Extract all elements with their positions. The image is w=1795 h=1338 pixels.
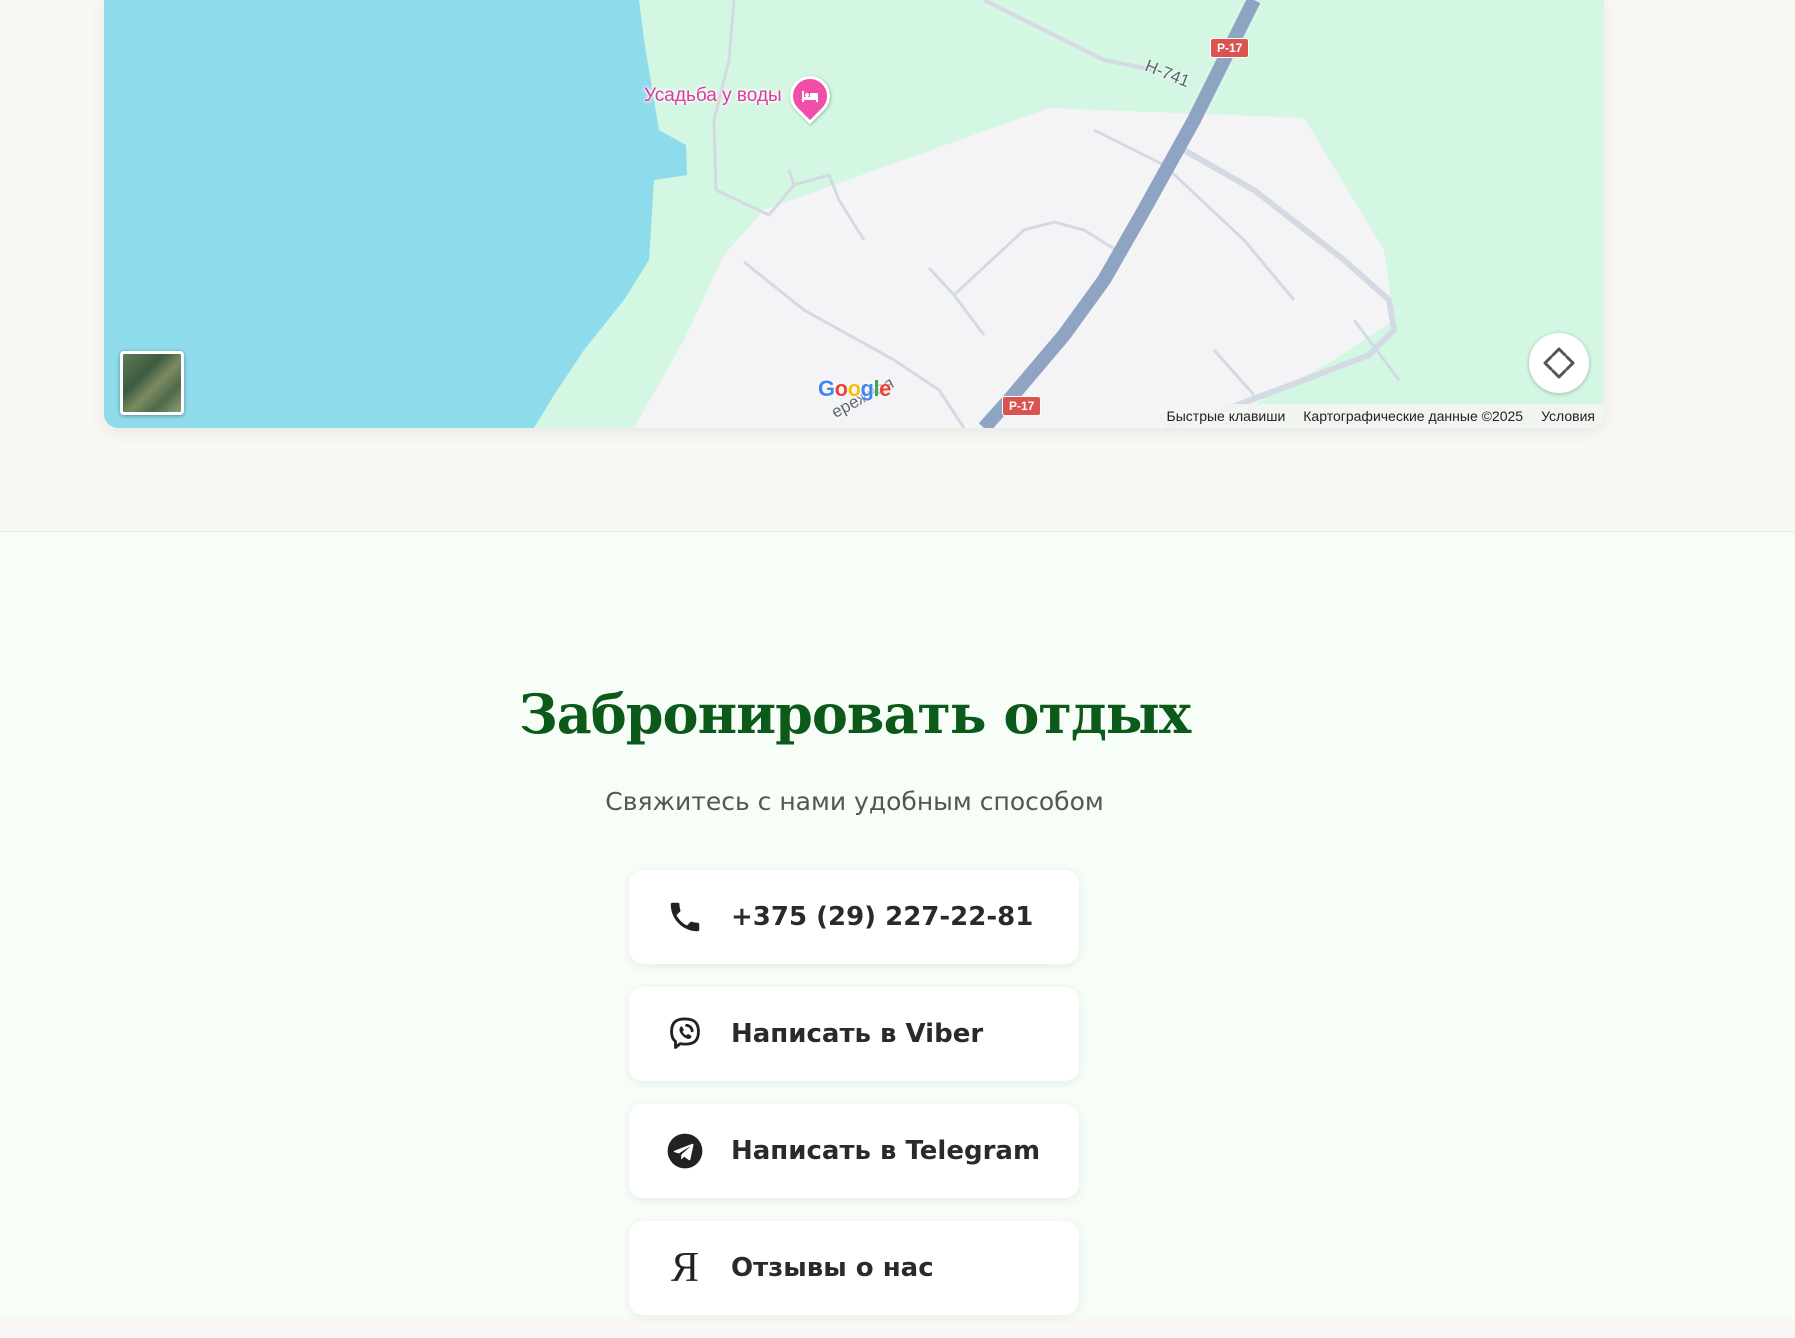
hotel-bed-icon[interactable] <box>781 67 838 125</box>
road-shield-r17: Р-17 <box>1210 38 1250 58</box>
telegram-icon <box>665 1131 705 1171</box>
yandex-glyph: Я <box>670 1245 699 1291</box>
booking-title: Забронировать отдых <box>518 682 1191 746</box>
booking-section: Забронировать отдых Свяжитесь с нами удо… <box>0 532 1795 1318</box>
map-canvas[interactable] <box>104 0 1604 428</box>
viber-button[interactable]: Написать в Viber <box>629 987 1079 1081</box>
contact-buttons: +375 (29) 227-22-81 Написать в Viber Нап… <box>629 870 1079 1338</box>
google-map[interactable]: Усадьба у воды Н-741 ережная Р-17 Р-17 G… <box>104 0 1604 428</box>
poi-label[interactable]: Усадьба у воды <box>644 85 782 107</box>
yandex-icon: Я <box>665 1245 705 1291</box>
fullscreen-icon <box>1543 347 1575 379</box>
fullscreen-button[interactable] <box>1529 333 1589 393</box>
poi-usadba[interactable]: Усадьба у воды <box>644 67 838 125</box>
google-logo: Google <box>818 376 891 401</box>
booking-subtitle: Свяжитесь с нами удобным способом <box>605 787 1104 816</box>
terms-link[interactable]: Условия <box>1532 408 1604 424</box>
map-attribution: Быстрые клавиши Картографические данные … <box>1157 404 1604 428</box>
viber-icon <box>665 1014 705 1054</box>
satellite-layer-toggle[interactable] <box>120 351 184 415</box>
map-data-credit: Картографические данные ©2025 <box>1303 408 1524 424</box>
telegram-button[interactable]: Написать в Telegram <box>629 1104 1079 1198</box>
phone-button[interactable]: +375 (29) 227-22-81 <box>629 870 1079 964</box>
map-section: Усадьба у воды Н-741 ережная Р-17 Р-17 G… <box>0 0 1795 532</box>
road-shield-r17-lower: Р-17 <box>1002 396 1042 416</box>
reviews-button[interactable]: Я Отзывы о нас <box>629 1221 1079 1315</box>
viber-label: Написать в Viber <box>731 1019 984 1049</box>
reviews-label: Отзывы о нас <box>731 1253 934 1283</box>
telegram-label: Написать в Telegram <box>731 1136 1041 1166</box>
phone-icon <box>665 897 705 937</box>
keyboard-shortcuts-link[interactable]: Быстрые клавиши <box>1158 408 1295 424</box>
phone-label: +375 (29) 227-22-81 <box>731 902 1034 932</box>
